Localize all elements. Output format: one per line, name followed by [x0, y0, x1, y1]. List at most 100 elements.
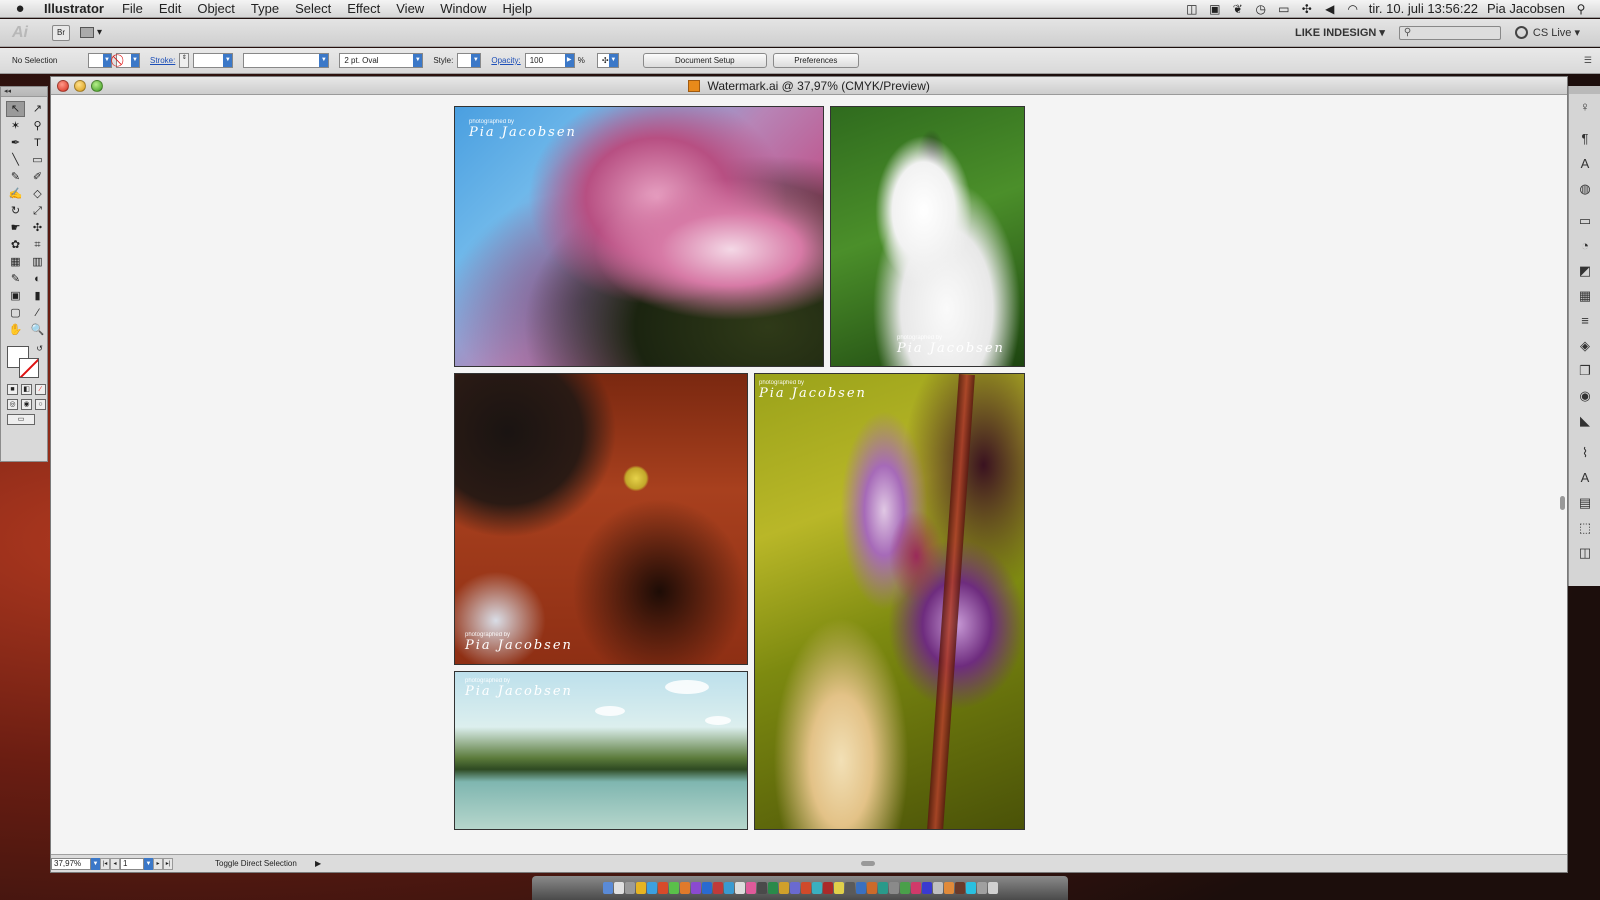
tool-1-icon[interactable]: ↖: [6, 101, 25, 117]
color-panel-icon[interactable]: ◔: [1569, 233, 1600, 258]
dock-app-icon[interactable]: [943, 882, 954, 894]
volume-icon[interactable]: ◀: [1323, 3, 1337, 15]
stroke-panel-link[interactable]: Stroke:: [150, 56, 175, 65]
paragraph-panel-icon[interactable]: ¶: [1569, 126, 1600, 151]
tool-26-icon[interactable]: ⁄: [28, 305, 47, 321]
dock-app-icon[interactable]: [624, 882, 635, 894]
variable-width-profile[interactable]: ▼: [243, 53, 330, 68]
dropbox-icon[interactable]: ◫: [1185, 3, 1199, 15]
dock-app-icon[interactable]: [987, 882, 998, 894]
tool-13-icon[interactable]: ↻: [6, 203, 25, 219]
menu-edit[interactable]: Edit: [151, 0, 189, 18]
zoom-level-field[interactable]: 37,97%: [51, 857, 91, 870]
artboard-canvas[interactable]: photographed by Pia Jacobsen photographe…: [51, 96, 1567, 854]
arrange-documents-button[interactable]: ▾: [80, 25, 108, 41]
previous-artboard-button[interactable]: ◂: [110, 857, 120, 870]
next-artboard-button[interactable]: ▸: [153, 857, 163, 870]
spotlight-icon[interactable]: ⚲: [1574, 3, 1588, 15]
brush-definition-dropdown[interactable]: 2 pt. Oval ▼: [339, 53, 424, 68]
dock-app-icon[interactable]: [668, 882, 679, 894]
swatches-panel-icon[interactable]: ▦: [1569, 283, 1600, 308]
dock-grip[interactable]: [1569, 86, 1600, 94]
photo-purple-lupine[interactable]: photographed by Pia Jacobsen: [754, 373, 1025, 830]
dock-app-icon[interactable]: [635, 882, 646, 894]
tool-15-icon[interactable]: ☛: [6, 220, 25, 236]
draw-inside-icon[interactable]: ○: [35, 399, 46, 410]
fill-swatch-dropdown[interactable]: ▼: [88, 53, 112, 68]
tool-9-icon[interactable]: ✎: [6, 169, 25, 185]
dock-app-icon[interactable]: [833, 882, 844, 894]
dock-app-icon[interactable]: [910, 882, 921, 894]
dock-app-icon[interactable]: [866, 882, 877, 894]
tool-27-icon[interactable]: ✋: [6, 322, 25, 338]
menu-app-name[interactable]: Illustrator: [40, 0, 114, 18]
menu-effect[interactable]: Effect: [339, 0, 388, 18]
menu-file[interactable]: File: [114, 0, 151, 18]
tool-25-icon[interactable]: ▢: [6, 305, 25, 321]
dock-app-icon[interactable]: [789, 882, 800, 894]
tool-22-icon[interactable]: ◐: [28, 271, 47, 287]
status-menu-icon[interactable]: ▶: [315, 859, 321, 868]
transform-panel-icon[interactable]: ⬚: [1569, 515, 1600, 540]
tool-20-icon[interactable]: ▥: [28, 254, 47, 270]
dock-app-icon[interactable]: [855, 882, 866, 894]
lock-icon[interactable]: ▣: [1208, 3, 1222, 15]
dock-app-icon[interactable]: [888, 882, 899, 894]
dock-app-icon[interactable]: [723, 882, 734, 894]
dock-app-icon[interactable]: [646, 882, 657, 894]
none-mode-icon[interactable]: ∕: [35, 384, 46, 395]
bluetooth-icon[interactable]: ✣: [1300, 3, 1314, 15]
dock-app-icon[interactable]: [778, 882, 789, 894]
time-machine-icon[interactable]: ◷: [1254, 3, 1268, 15]
close-window-button[interactable]: [57, 80, 69, 92]
photo-white-cat[interactable]: photographed by Pia Jacobsen: [830, 106, 1025, 367]
tool-8-icon[interactable]: ▭: [28, 152, 47, 168]
color-mode-icon[interactable]: ■: [7, 384, 18, 395]
document-title-bar[interactable]: Watermark.ai @ 37,97% (CMYK/Preview): [51, 77, 1567, 95]
pathfinder-panel-icon[interactable]: ◫: [1569, 540, 1600, 565]
tool-28-icon[interactable]: 🔍: [28, 322, 47, 338]
tool-3-icon[interactable]: ✶: [6, 118, 25, 134]
gradient-panel-icon[interactable]: ▭: [1569, 208, 1600, 233]
tool-7-icon[interactable]: ╲: [6, 152, 25, 168]
graphic-style-dropdown[interactable]: ▼: [457, 53, 482, 68]
tools-panel-grip[interactable]: ◂◂: [1, 87, 47, 97]
brushes-panel-icon[interactable]: ⌇: [1569, 440, 1600, 465]
appearance-panel-icon[interactable]: ◍: [1569, 176, 1600, 201]
tool-23-icon[interactable]: ▣: [6, 288, 25, 304]
document-setup-button[interactable]: Document Setup: [642, 53, 767, 68]
tool-12-icon[interactable]: ◇: [28, 186, 47, 202]
dock-app-icon[interactable]: [745, 882, 756, 894]
type-panel-icon[interactable]: A: [1569, 465, 1600, 490]
dock-app-icon[interactable]: [767, 882, 778, 894]
dock-app-icon[interactable]: [844, 882, 855, 894]
stroke-weight-stepper[interactable]: ⇕: [179, 53, 190, 68]
stroke-swatch-dropdown[interactable]: ⃠▼: [116, 53, 140, 68]
horizontal-scrollbar[interactable]: [861, 861, 876, 866]
dock-app-icon[interactable]: [613, 882, 624, 894]
stroke-panel-icon[interactable]: ≡: [1569, 308, 1600, 333]
tool-17-icon[interactable]: ✿: [6, 237, 25, 253]
dock-app-icon[interactable]: [701, 882, 712, 894]
character-panel-icon[interactable]: A: [1569, 151, 1600, 176]
dock-app-icon[interactable]: [877, 882, 888, 894]
artboard-number-field[interactable]: 1: [120, 857, 144, 870]
apple-menu-icon[interactable]: ●: [0, 0, 40, 17]
photo-tennis-court[interactable]: photographed by Pia Jacobsen: [454, 373, 748, 665]
screen-mode-icon[interactable]: ▭: [7, 414, 35, 425]
tool-21-icon[interactable]: ✎: [6, 271, 25, 287]
dock-app-icon[interactable]: [921, 882, 932, 894]
layers-panel-icon[interactable]: ◈: [1569, 333, 1600, 358]
dock-app-icon[interactable]: [679, 882, 690, 894]
artboards-panel-icon[interactable]: ❐: [1569, 358, 1600, 383]
swap-fill-stroke-icon[interactable]: ↺: [36, 344, 43, 353]
draw-normal-icon[interactable]: ◎: [7, 399, 18, 410]
color-guide-panel-icon[interactable]: ◩: [1569, 258, 1600, 283]
menu-window[interactable]: Window: [432, 0, 494, 18]
panel-menu-icon[interactable]: ☰: [1584, 55, 1592, 66]
dock-app-icon[interactable]: [899, 882, 910, 894]
tool-19-icon[interactable]: ▦: [6, 254, 25, 270]
photo-pink-flowers[interactable]: photographed by Pia Jacobsen: [454, 106, 824, 367]
tool-10-icon[interactable]: ✐: [28, 169, 47, 185]
zoom-dropdown-icon[interactable]: ▼: [91, 857, 100, 870]
